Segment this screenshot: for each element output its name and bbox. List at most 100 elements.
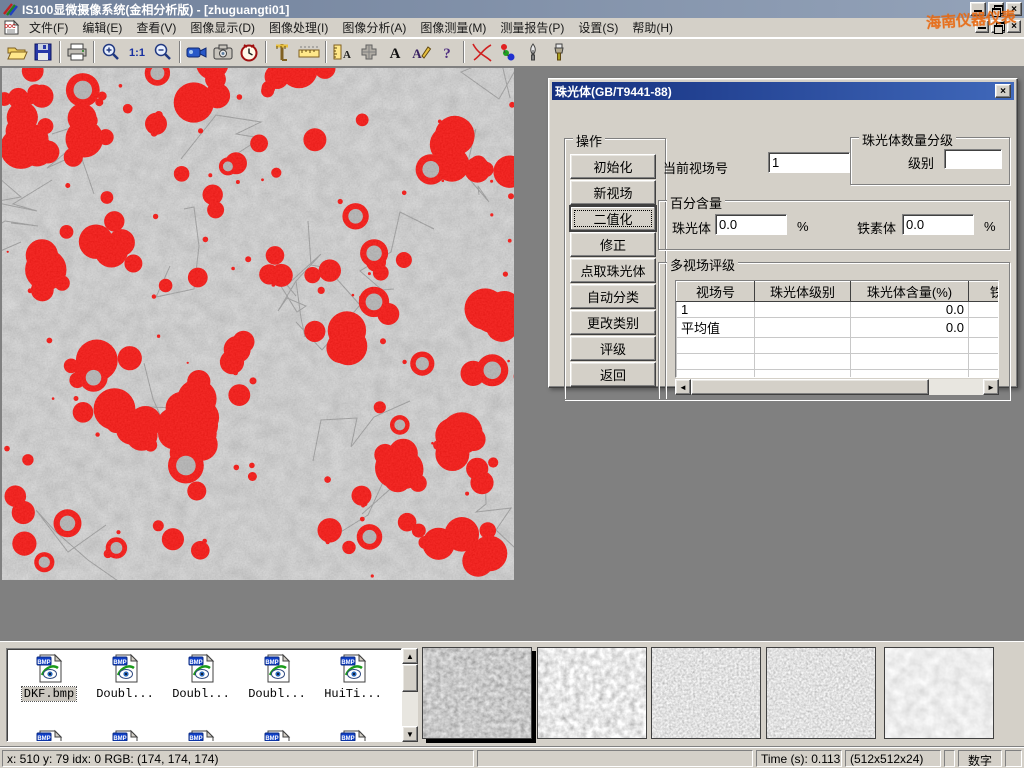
help-button[interactable]: ? bbox=[434, 39, 460, 65]
thumbnail-5[interactable] bbox=[884, 647, 994, 739]
scroll-up-arrow-icon[interactable]: ▲ bbox=[402, 648, 418, 664]
ferrite-percent-input[interactable] bbox=[902, 214, 974, 235]
current-field-input[interactable] bbox=[768, 152, 850, 173]
bmp-file-icon bbox=[262, 729, 292, 742]
bmp-file-icon bbox=[110, 729, 140, 742]
col-field-number[interactable]: 视场号 bbox=[677, 282, 755, 302]
bmp-file-icon bbox=[34, 653, 64, 683]
restore-button[interactable] bbox=[988, 2, 1004, 16]
thumbnail-2[interactable] bbox=[537, 647, 647, 739]
text-edit-button[interactable]: A bbox=[408, 39, 434, 65]
menu-edit[interactable]: 编辑(E) bbox=[75, 17, 129, 38]
dialog-close-button[interactable]: × bbox=[995, 84, 1011, 98]
grade-input[interactable] bbox=[944, 149, 1002, 169]
zoom-in-button[interactable] bbox=[98, 39, 124, 65]
open-button[interactable] bbox=[4, 39, 30, 65]
file-list[interactable]: DKF.bmp Doubl... Doubl... Doubl... HuiTi… bbox=[6, 648, 402, 742]
curve-tool-button[interactable] bbox=[468, 39, 494, 65]
timer-button[interactable] bbox=[236, 39, 262, 65]
scroll-down-arrow-icon[interactable]: ▼ bbox=[402, 726, 418, 742]
col-ferrite-amount[interactable]: 铁素体含量(%) bbox=[969, 282, 1000, 302]
grade-button[interactable]: 评级 bbox=[570, 336, 656, 361]
actual-size-button[interactable]: 1:1 bbox=[124, 39, 150, 65]
menu-view[interactable]: 查看(V) bbox=[129, 17, 183, 38]
zoom-out-button[interactable] bbox=[150, 39, 176, 65]
scrollbar-thumb[interactable] bbox=[402, 664, 418, 692]
new-field-button[interactable]: 新视场 bbox=[570, 180, 656, 205]
print-button[interactable] bbox=[64, 39, 90, 65]
close-button[interactable]: × bbox=[1006, 2, 1022, 16]
snapshot-button[interactable] bbox=[210, 39, 236, 65]
menu-report[interactable]: 测量报告(P) bbox=[493, 17, 571, 38]
minimize-button[interactable] bbox=[970, 2, 986, 16]
file-item[interactable] bbox=[241, 729, 313, 742]
menu-image-processing[interactable]: 图像处理(I) bbox=[262, 17, 335, 38]
video-capture-button[interactable] bbox=[184, 39, 210, 65]
ruler-button[interactable] bbox=[296, 39, 322, 65]
scroll-right-arrow-icon[interactable]: ► bbox=[983, 379, 999, 395]
pick-pearlite-button[interactable]: 点取珠光体 bbox=[570, 258, 656, 283]
app-logo-icon bbox=[2, 2, 18, 16]
file-item[interactable] bbox=[317, 729, 389, 742]
grid-cross-button[interactable] bbox=[356, 39, 382, 65]
file-item[interactable]: Doubl... bbox=[89, 653, 161, 701]
help-icon: ? bbox=[439, 42, 455, 62]
menu-image-display[interactable]: 图像显示(D) bbox=[183, 17, 262, 38]
file-item[interactable] bbox=[89, 729, 161, 742]
save-button[interactable] bbox=[30, 39, 56, 65]
status-spacer bbox=[1005, 750, 1022, 767]
specimen-image[interactable] bbox=[2, 68, 514, 580]
return-button[interactable]: 返回 bbox=[570, 362, 656, 387]
particle-classify-button[interactable] bbox=[494, 39, 520, 65]
col-pearlite-grade[interactable]: 珠光体级别 bbox=[755, 282, 851, 302]
mdi-restore-button[interactable] bbox=[991, 20, 1005, 33]
actual-size-icon: 1:1 bbox=[126, 42, 148, 62]
thumbnail-3[interactable] bbox=[651, 647, 761, 739]
bmp-file-icon bbox=[186, 653, 216, 683]
file-item[interactable] bbox=[13, 729, 85, 742]
file-item[interactable]: Doubl... bbox=[241, 653, 313, 701]
toolbar-separator bbox=[59, 41, 61, 63]
init-button[interactable]: 初始化 bbox=[570, 154, 656, 179]
svg-text:A: A bbox=[343, 49, 351, 61]
file-item[interactable]: HuiTi... bbox=[317, 653, 389, 701]
dialog-titlebar[interactable]: 珠光体(GB/T9441-88) × bbox=[552, 82, 1014, 100]
change-class-button[interactable]: 更改类别 bbox=[570, 310, 656, 335]
menu-image-analysis[interactable]: 图像分析(A) bbox=[335, 17, 413, 38]
scrollbar-thumb[interactable] bbox=[691, 379, 929, 395]
mdi-close-button[interactable]: × bbox=[1007, 20, 1021, 33]
menu-settings[interactable]: 设置(S) bbox=[571, 17, 625, 38]
brush-tool-button[interactable] bbox=[546, 39, 572, 65]
table-row bbox=[677, 338, 1000, 354]
col-pearlite-amount[interactable]: 珠光体含量(%) bbox=[851, 282, 969, 302]
auto-classify-button[interactable]: 自动分类 bbox=[570, 284, 656, 309]
ferrite-label: 铁素体 bbox=[857, 218, 896, 237]
mdi-minimize-button[interactable] bbox=[975, 20, 989, 33]
thumbnail-1[interactable] bbox=[422, 647, 532, 739]
file-item[interactable]: Doubl... bbox=[165, 653, 237, 701]
binarize-button[interactable]: 二值化 bbox=[570, 206, 656, 231]
table-horizontal-scrollbar[interactable]: ◄ ► bbox=[675, 379, 999, 395]
pearlite-percent-input[interactable] bbox=[715, 214, 787, 235]
menu-image-measure[interactable]: 图像测量(M) bbox=[413, 17, 493, 38]
table-row[interactable]: 1 0.0 bbox=[677, 302, 1000, 318]
ruler-icon bbox=[297, 42, 321, 62]
photo-camera-icon bbox=[212, 42, 234, 62]
window-titlebar[interactable]: IS100显微摄像系统(金相分析版) - [zhuguangti01] × bbox=[0, 0, 1024, 18]
table-row[interactable]: 平均值 0.0 bbox=[677, 318, 1000, 338]
thumbnail-4[interactable] bbox=[766, 647, 876, 739]
file-item[interactable] bbox=[165, 729, 237, 742]
grading-table[interactable]: 视场号 珠光体级别 珠光体含量(%) 铁素体含量(%) 1 0.0 平均值 0.… bbox=[675, 280, 999, 378]
file-item[interactable]: DKF.bmp bbox=[13, 653, 85, 701]
measure-label-button[interactable]: A bbox=[330, 39, 356, 65]
menu-file[interactable]: 文件(F) bbox=[22, 17, 75, 38]
ferrite-unit: % bbox=[984, 219, 996, 234]
menu-help[interactable]: 帮助(H) bbox=[625, 17, 680, 38]
text-button[interactable]: A bbox=[382, 39, 408, 65]
scroll-left-arrow-icon[interactable]: ◄ bbox=[675, 379, 691, 395]
file-list-scrollbar[interactable]: ▲ ▼ bbox=[402, 648, 418, 742]
pearlite-unit: % bbox=[797, 219, 809, 234]
pen-tool-button[interactable] bbox=[520, 39, 546, 65]
correct-button[interactable]: 修正 bbox=[570, 232, 656, 257]
caliper-button[interactable] bbox=[270, 39, 296, 65]
